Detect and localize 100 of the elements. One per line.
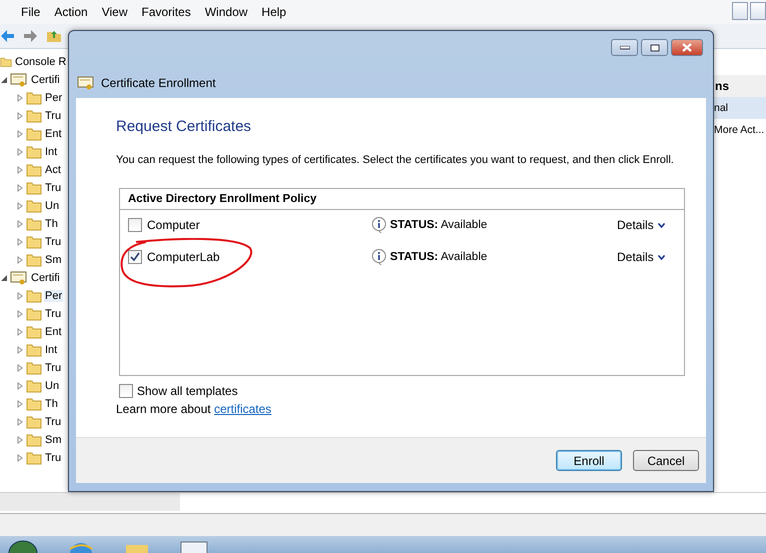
- horizontal-scrollbar[interactable]: [0, 493, 180, 511]
- folder-icon: [26, 433, 42, 447]
- expand-arrow-icon[interactable]: [16, 166, 24, 174]
- expand-arrow-icon[interactable]: [16, 148, 24, 156]
- tree-item[interactable]: Tru: [44, 182, 62, 194]
- menu-item[interactable]: Action: [47, 5, 95, 19]
- minimize-button[interactable]: [611, 39, 638, 56]
- menu-item[interactable]: File: [14, 5, 48, 19]
- expand-arrow-icon[interactable]: [16, 184, 24, 192]
- chevron-down-icon: [658, 254, 665, 260]
- forward-icon[interactable]: [22, 29, 38, 43]
- close-button[interactable]: [671, 39, 703, 56]
- tree-item[interactable]: Int: [44, 146, 58, 158]
- expand-arrow-icon[interactable]: [16, 220, 24, 228]
- tree-item[interactable]: Un: [44, 200, 60, 212]
- policy-title: Active Directory Enrollment Policy: [120, 189, 684, 210]
- chevron-down-icon: [658, 222, 665, 228]
- expand-arrow-icon[interactable]: [16, 256, 24, 264]
- page-heading: Request Certificates: [116, 118, 252, 135]
- tree-item[interactable]: Sm: [44, 434, 62, 446]
- folder-icon: [0, 55, 12, 69]
- tree-item[interactable]: Un: [44, 380, 60, 392]
- expand-arrow-icon[interactable]: [16, 202, 24, 210]
- folder-icon: [26, 91, 42, 105]
- tree-item[interactable]: Th: [44, 218, 59, 230]
- folder-icon: [26, 199, 42, 213]
- info-icon: [371, 249, 387, 265]
- certificate-checkbox[interactable]: [128, 250, 142, 264]
- actions-pane-entry[interactable]: More Act...: [713, 119, 766, 141]
- tree-item[interactable]: Certifi: [30, 272, 61, 284]
- menu-item[interactable]: View: [94, 5, 134, 19]
- tree-item[interactable]: Ent: [44, 326, 63, 338]
- folder-icon: [26, 163, 42, 177]
- expand-arrow-icon[interactable]: [16, 382, 24, 390]
- collapse-arrow-icon[interactable]: [0, 76, 8, 84]
- tree-item[interactable]: Tru: [44, 452, 62, 464]
- tree-item[interactable]: Per: [44, 290, 64, 302]
- expand-arrow-icon[interactable]: [16, 400, 24, 408]
- certificate-name: Computer: [147, 218, 201, 232]
- expand-arrow-icon[interactable]: [16, 436, 24, 444]
- description-text: You can request the following types of certificates. Select the certificates you want to request, and then click Enroll.: [116, 153, 675, 168]
- folder-icon: [26, 289, 42, 303]
- menu-item[interactable]: Window: [198, 5, 255, 19]
- folder-icon: [26, 415, 42, 429]
- menu-item[interactable]: Help: [254, 5, 294, 19]
- info-icon: [371, 217, 387, 233]
- expand-arrow-icon[interactable]: [16, 238, 24, 246]
- expand-arrow-icon[interactable]: [16, 418, 24, 426]
- expand-arrow-icon[interactable]: [16, 346, 24, 354]
- browser-icon[interactable]: [68, 541, 94, 553]
- collapse-arrow-icon[interactable]: [0, 274, 8, 282]
- tree-item[interactable]: Console R: [14, 56, 68, 68]
- certificates-link[interactable]: certificates: [214, 402, 272, 416]
- folder-icon: [26, 325, 42, 339]
- folder-icon: [26, 379, 42, 393]
- expand-arrow-icon[interactable]: [16, 454, 24, 462]
- actions-pane-entry[interactable]: nal: [713, 97, 766, 119]
- tree-item[interactable]: Tru: [44, 236, 62, 248]
- tree-item[interactable]: Ent: [44, 128, 63, 140]
- cancel-button[interactable]: Cancel: [633, 450, 699, 471]
- certificate-checkbox[interactable]: [128, 218, 142, 232]
- folder-icon: [26, 145, 42, 159]
- tree-item[interactable]: Tru: [44, 308, 62, 320]
- folder-icon: [26, 361, 42, 375]
- details-button[interactable]: Details: [617, 250, 665, 264]
- expand-arrow-icon[interactable]: [16, 94, 24, 102]
- expand-arrow-icon[interactable]: [16, 328, 24, 336]
- tree-item[interactable]: Th: [44, 398, 59, 410]
- certificate-icon: [10, 73, 28, 87]
- status-text: STATUS: Available: [390, 251, 488, 263]
- expand-arrow-icon[interactable]: [16, 130, 24, 138]
- details-button[interactable]: Details: [617, 218, 665, 232]
- expand-arrow-icon[interactable]: [16, 292, 24, 300]
- maximize-icon: [650, 44, 660, 52]
- tree-item[interactable]: Sm: [44, 254, 62, 266]
- enroll-button[interactable]: Enroll: [556, 450, 622, 471]
- tree-item[interactable]: Int: [44, 344, 58, 356]
- tree-item[interactable]: Tru: [44, 416, 62, 428]
- back-icon[interactable]: [0, 29, 14, 43]
- tree-item[interactable]: Act: [44, 164, 62, 176]
- expand-arrow-icon[interactable]: [16, 310, 24, 318]
- expand-arrow-icon[interactable]: [16, 112, 24, 120]
- up-folder-icon[interactable]: [46, 29, 62, 43]
- restore-button[interactable]: [750, 2, 766, 20]
- folder-icon: [26, 217, 42, 231]
- start-orb-icon[interactable]: [8, 539, 38, 553]
- console-window-icon[interactable]: [180, 541, 208, 553]
- learn-more-text: Learn more about certificates: [116, 402, 272, 416]
- tree-item[interactable]: Tru: [44, 110, 62, 122]
- maximize-button[interactable]: [641, 39, 668, 56]
- tree-item[interactable]: Tru: [44, 362, 62, 374]
- tree-item[interactable]: Certifi: [30, 74, 61, 86]
- tree-item[interactable]: Per: [44, 92, 64, 104]
- folder-icon: [26, 235, 42, 249]
- menu-item[interactable]: Favorites: [134, 5, 198, 19]
- show-all-checkbox[interactable]: [119, 384, 133, 398]
- folder-icon: [26, 397, 42, 411]
- folder-icon[interactable]: [124, 543, 150, 553]
- expand-arrow-icon[interactable]: [16, 364, 24, 372]
- certificate-icon: [10, 271, 28, 285]
